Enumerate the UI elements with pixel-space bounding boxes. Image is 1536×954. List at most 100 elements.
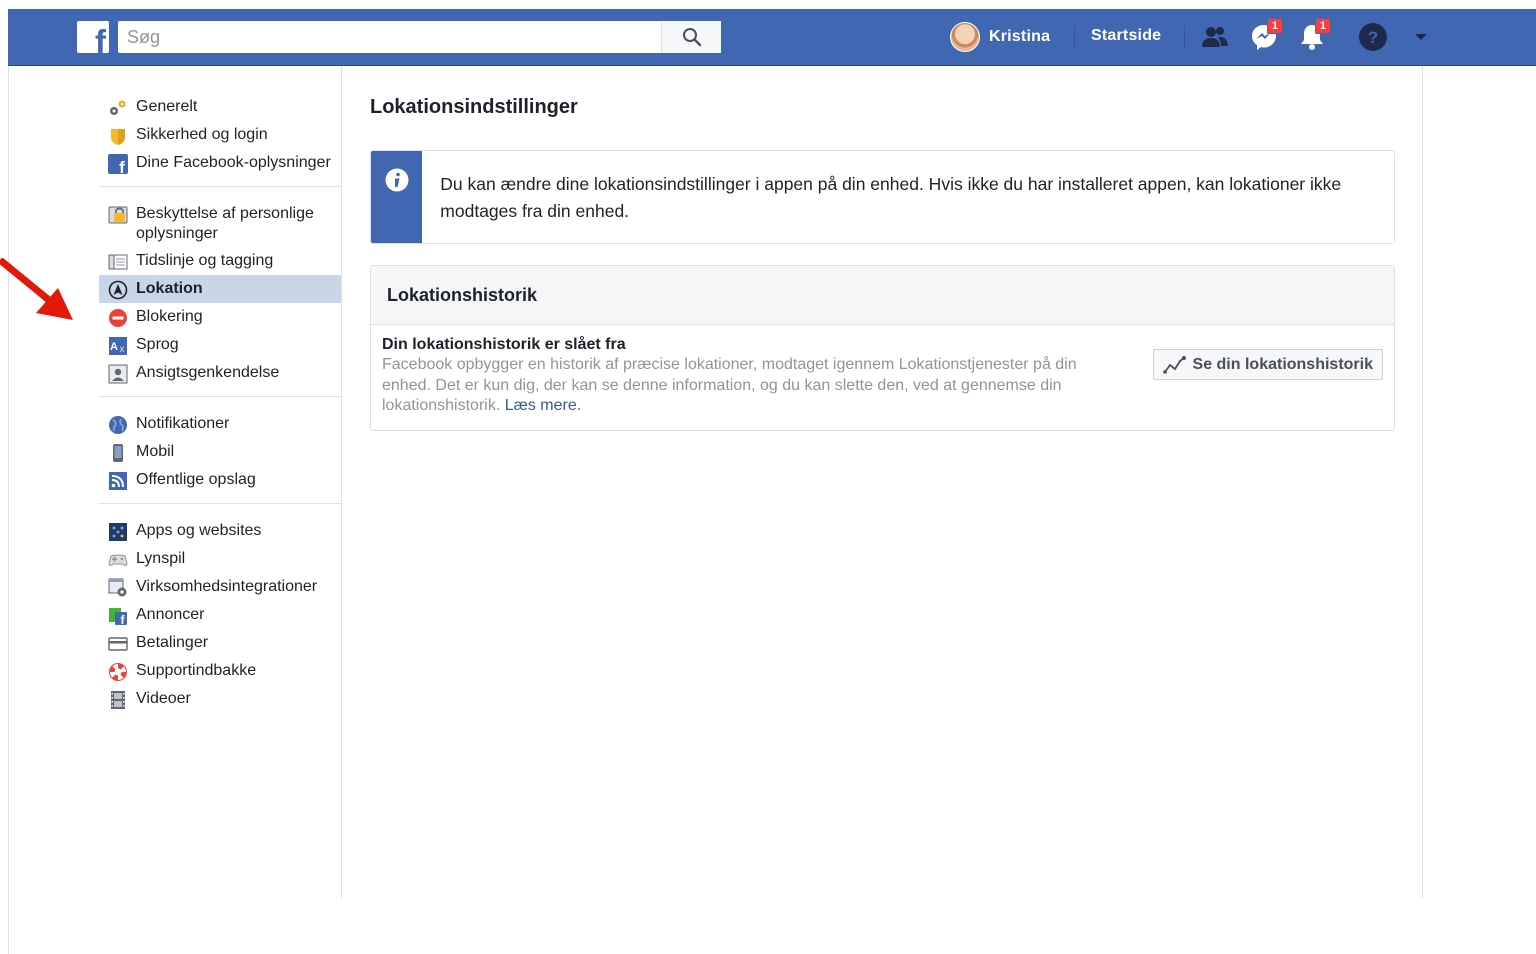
avatar (950, 22, 980, 52)
sidebar-item-tidslinje[interactable]: Tidslinje og tagging (99, 247, 341, 275)
sidebar-item-label: Sikkerhed og login (136, 126, 268, 143)
location-history-description: Facebook opbygger en historik af præcise… (382, 355, 1097, 417)
sidebar-item-label: Lynspil (136, 550, 186, 567)
account-menu-button[interactable] (1406, 22, 1436, 52)
sidebar-item-label: Mobil (136, 443, 175, 460)
messages-badge: 1 (1266, 18, 1283, 34)
location-history-description-text: Facebook opbygger en historik af præcise… (382, 356, 1077, 414)
info-notice-text: Du kan ændre dine lokationsindstillinger… (440, 174, 1342, 221)
main-content: Lokationsindstillinger Du kan ændre dine… (370, 96, 1395, 431)
location-history-body: Din lokationshistorik er slået fra Faceb… (371, 325, 1394, 430)
caret-down-icon (1415, 34, 1427, 40)
sidebar-item-notifikationer[interactable]: Notifikationer (99, 410, 341, 438)
location-history-icon (1162, 355, 1186, 374)
ads-icon: f (107, 605, 128, 626)
language-icon: Ax (107, 335, 128, 356)
notifications-badge: 1 (1314, 18, 1331, 34)
divider (1184, 26, 1185, 48)
help-icon: ? (1359, 23, 1387, 51)
svg-text:x: x (119, 344, 124, 355)
friends-icon (1202, 27, 1228, 47)
sidebar-item-lokation[interactable]: Lokation (99, 275, 341, 303)
mobile-icon (107, 442, 128, 463)
film-icon (107, 689, 128, 710)
sidebar-item-ansigtsgenkendelse[interactable]: Ansigtsgenkendelse (99, 359, 341, 387)
business-integration-icon (107, 577, 128, 598)
sidebar-group-apps: Apps og websites Lynspil Virksomhedsinte… (99, 517, 341, 722)
help-button[interactable]: ? (1358, 22, 1388, 52)
svg-text:?: ? (1368, 28, 1378, 47)
facebook-logo-icon[interactable]: f (77, 21, 109, 53)
timeline-icon (107, 251, 128, 272)
info-notice-sidebar (371, 151, 423, 243)
location-icon (107, 279, 128, 300)
search-icon (682, 28, 701, 47)
location-history-header: Lokationshistorik (371, 266, 1394, 325)
view-location-history-label: Se din lokationshistorik (1192, 355, 1373, 373)
view-location-history-button[interactable]: Se din lokationshistorik (1152, 349, 1383, 380)
sidebar-item-label: Notifikationer (136, 415, 230, 432)
sidebar-item-label: Supportindbakke (136, 662, 257, 679)
sidebar-divider (341, 66, 342, 898)
sidebar-group-privacy: Beskyttelse af personlige oplysninger Ti… (99, 200, 341, 397)
sidebar-item-beskyttelse[interactable]: Beskyttelse af personlige oplysninger (99, 200, 341, 247)
rss-icon (107, 470, 128, 491)
messages-button[interactable]: 1 (1249, 18, 1283, 52)
notifications-button[interactable]: 1 (1297, 18, 1331, 52)
page-title: Lokationsindstillinger (370, 96, 578, 118)
sidebar-item-label: Blokering (136, 308, 203, 325)
sidebar-item-apps[interactable]: Apps og websites (99, 517, 341, 545)
svg-text:f: f (119, 158, 125, 174)
sidebar-group-general: Generelt Sikkerhed og login f Dine Faceb… (99, 93, 341, 187)
sidebar-item-label: Virksomhedsintegrationer (136, 578, 318, 595)
face-recognition-icon (107, 363, 128, 384)
sidebar-item-label: Ansigtsgenkendelse (136, 364, 280, 381)
sidebar-item-label: Beskyttelse af personlige oplysninger (136, 205, 314, 242)
block-icon (107, 307, 128, 328)
sidebar-item-label: Tidslinje og tagging (136, 252, 274, 269)
home-link[interactable]: Startside (1091, 27, 1161, 45)
sidebar-item-label: Offentlige opslag (136, 471, 256, 488)
info-notice: Du kan ændre dine lokationsindstillinger… (370, 150, 1395, 244)
sidebar-item-facebook-oplysninger[interactable]: f Dine Facebook-oplysninger (99, 149, 341, 177)
sidebar-item-label: Videoer (136, 690, 191, 707)
sidebar-item-label: Betalinger (136, 634, 209, 651)
sidebar-item-label: Lokation (136, 280, 203, 297)
sidebar-item-label: Generelt (136, 98, 198, 115)
settings-sidebar: Generelt Sikkerhed og login f Dine Faceb… (99, 93, 341, 735)
lock-icon (107, 204, 128, 225)
gamepad-icon (107, 549, 128, 570)
sidebar-item-videoer[interactable]: Videoer (99, 685, 341, 713)
credit-card-icon (107, 633, 128, 654)
sidebar-item-label: Dine Facebook-oplysninger (136, 154, 331, 171)
sidebar-item-blokering[interactable]: Blokering (99, 303, 341, 331)
info-icon (385, 168, 409, 192)
learn-more-link[interactable]: Læs mere. (505, 397, 581, 414)
sidebar-item-label: Sprog (136, 336, 179, 353)
shield-icon (107, 125, 128, 146)
sidebar-item-label: Apps og websites (136, 522, 262, 539)
sidebar-item-sprog[interactable]: Ax Sprog (99, 331, 341, 359)
sidebar-item-supportindbakke[interactable]: Supportindbakke (99, 657, 341, 685)
sidebar-group-notifications: Notifikationer Mobil Offentlige opslag (99, 410, 341, 504)
sidebar-item-offentlige-opslag[interactable]: Offentlige opslag (99, 466, 341, 494)
sidebar-item-mobil[interactable]: Mobil (99, 438, 341, 466)
lifebuoy-icon (107, 661, 128, 682)
divider (1074, 26, 1075, 48)
top-navigation-bar: f Kristina Startside 1 1 ? (8, 9, 1536, 66)
sidebar-item-annoncer[interactable]: f Annoncer (99, 601, 341, 629)
sidebar-item-virksomhedsintegrationer[interactable]: Virksomhedsintegrationer (99, 573, 341, 601)
sidebar-item-label: Annoncer (136, 606, 205, 623)
page-border-left (8, 66, 9, 954)
facebook-icon: f (107, 153, 128, 174)
search-input[interactable] (118, 21, 658, 53)
page-border-right (1422, 66, 1423, 898)
friend-requests-button[interactable] (1200, 22, 1230, 52)
sidebar-item-sikkerhed[interactable]: Sikkerhed og login (99, 121, 341, 149)
user-name: Kristina (989, 28, 1051, 45)
profile-link[interactable]: Kristina (950, 21, 1050, 53)
search-button[interactable] (661, 21, 721, 53)
sidebar-item-generelt[interactable]: Generelt (99, 93, 341, 121)
sidebar-item-betalinger[interactable]: Betalinger (99, 629, 341, 657)
sidebar-item-lynspil[interactable]: Lynspil (99, 545, 341, 573)
